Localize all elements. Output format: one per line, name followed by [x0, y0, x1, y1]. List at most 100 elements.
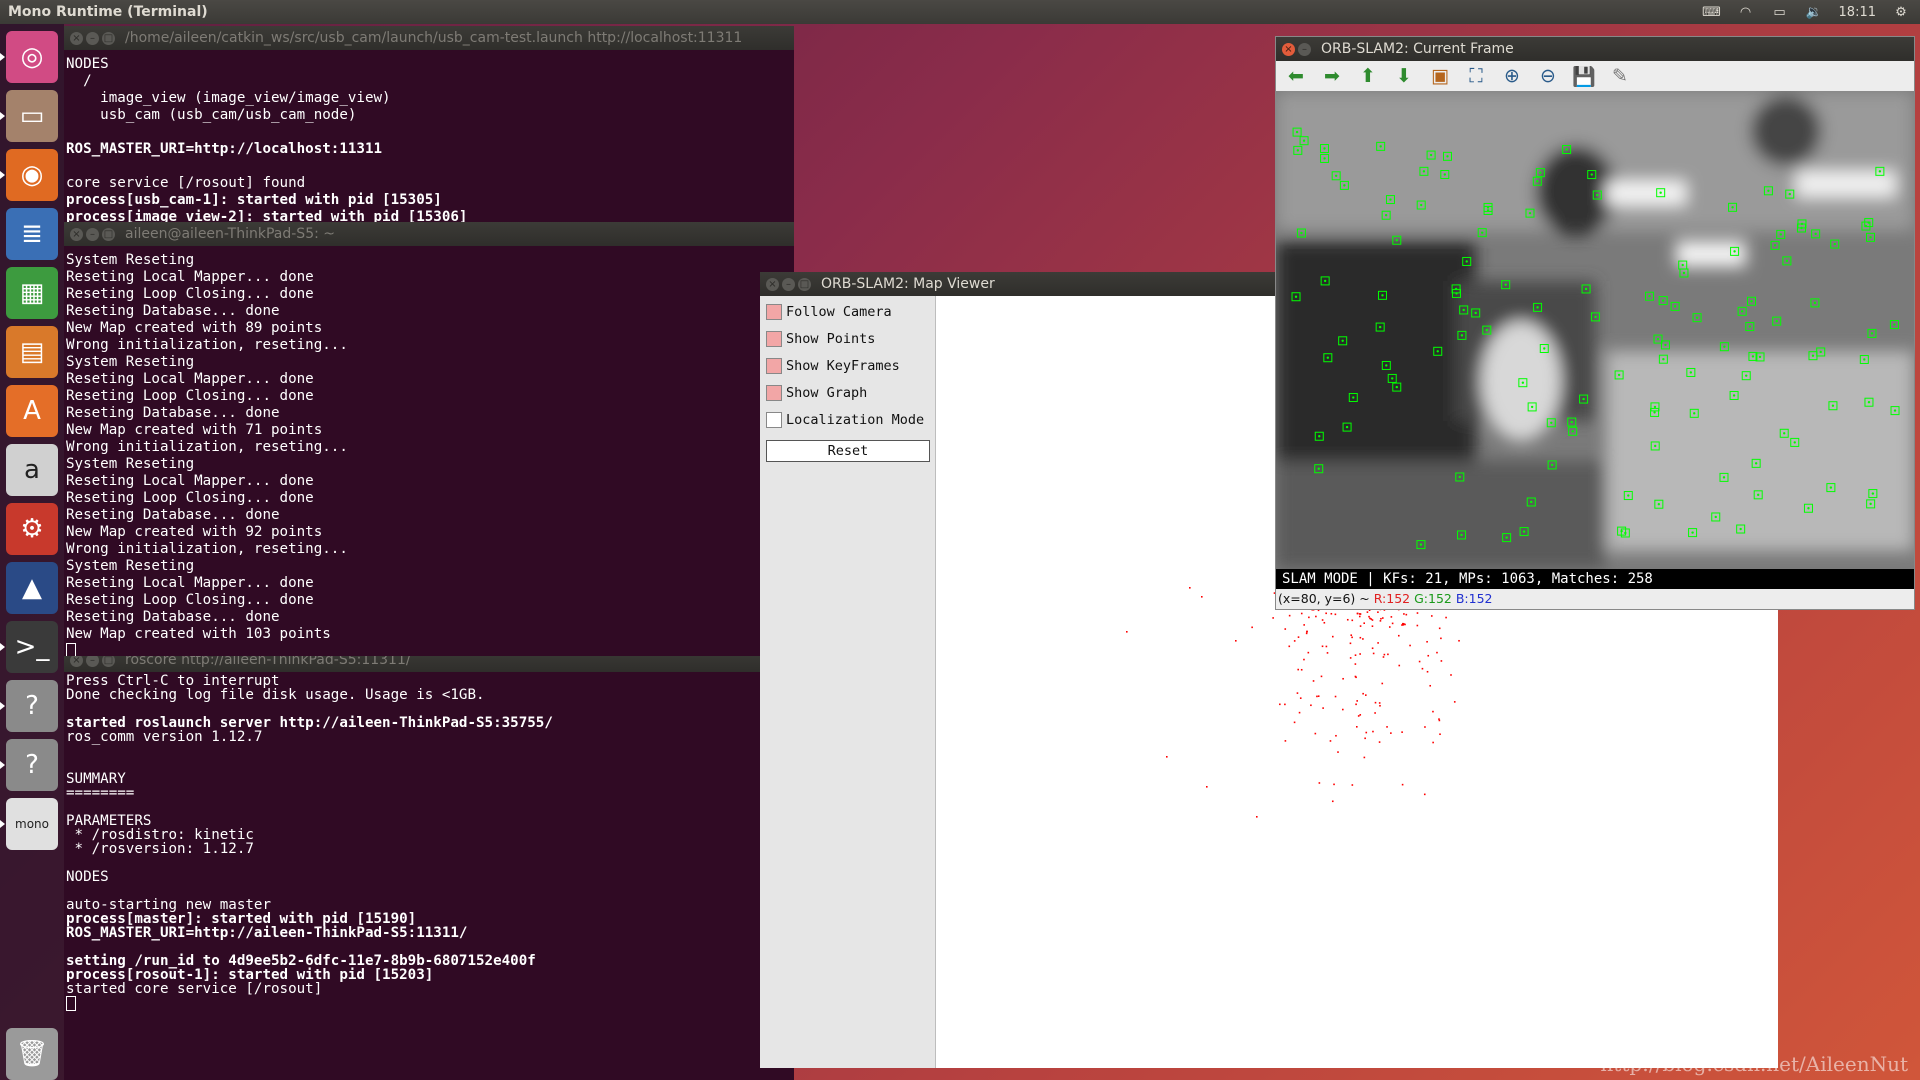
- window-titlebar[interactable]: × – □ /home/aileen/catkin_ws/src/usb_cam/l…: [64, 26, 794, 50]
- close-icon[interactable]: ×: [766, 277, 779, 291]
- minimize-icon[interactable]: –: [1298, 42, 1311, 56]
- current-frame-window[interactable]: × – ORB-SLAM2: Current Frame ⬅ ➡ ⬆ ⬇ ▣ ⛶ ⊕ ⊖ 💾 ✎ S…: [1275, 36, 1915, 610]
- battery-icon[interactable]: ▭: [1771, 5, 1789, 20]
- unknown-app-icon[interactable]: ?: [0, 739, 58, 791]
- clock[interactable]: 18:11: [1839, 5, 1876, 20]
- settings-icon[interactable]: ⚙: [6, 503, 58, 555]
- ubuntu-dash-icon[interactable]: ◎: [0, 31, 58, 83]
- gear-icon[interactable]: ⚙: [1892, 5, 1910, 20]
- map-point: [1402, 622, 1404, 625]
- map-point: [1284, 703, 1286, 706]
- terminal-line: Wrong initialization, reseting...: [66, 541, 348, 557]
- terminal-output[interactable]: Press Ctrl-C to interrupt Done checking l…: [64, 672, 794, 1080]
- down-arrow-icon[interactable]: ⬇: [1390, 64, 1418, 88]
- terminal-window-usb-cam[interactable]: × – □ /home/aileen/catkin_ws/src/usb_cam/l…: [64, 26, 794, 222]
- map-point: [1416, 612, 1419, 614]
- writer-icon[interactable]: ≣: [6, 208, 58, 260]
- zoom-in-icon[interactable]: ⊕: [1498, 64, 1526, 88]
- terminal-output[interactable]: System Reseting Reseting Local Mapper... …: [64, 246, 794, 656]
- close-icon[interactable]: ×: [70, 31, 83, 45]
- files-icon[interactable]: ▭: [0, 90, 58, 142]
- map-point: [1401, 783, 1404, 786]
- map-point: [1390, 732, 1392, 734]
- mono-icon[interactable]: mono: [0, 798, 58, 850]
- map-point: [1346, 618, 1349, 621]
- map-point: [1201, 596, 1203, 598]
- terminal-output[interactable]: NODES / image_view (image_view/image_vie…: [64, 50, 794, 222]
- unknown-app-icon[interactable]: ?: [0, 680, 58, 732]
- forward-arrow-icon[interactable]: ➡: [1318, 64, 1346, 88]
- pixel-green: G:152: [1414, 591, 1452, 606]
- checkbox[interactable]: [766, 412, 782, 428]
- map-point: [1316, 695, 1318, 698]
- calc-icon[interactable]: ▦: [6, 267, 58, 319]
- maximize-icon[interactable]: □: [798, 277, 811, 291]
- option-show-graph[interactable]: Show Graph: [766, 383, 867, 403]
- checkbox[interactable]: [766, 331, 782, 347]
- option-label: Show KeyFrames: [786, 358, 900, 374]
- camera-frame-image[interactable]: [1276, 91, 1914, 569]
- map-point: [1126, 631, 1128, 633]
- close-icon[interactable]: ×: [70, 227, 83, 241]
- map-point: [1403, 613, 1405, 615]
- map-point: [1453, 701, 1456, 703]
- cmake-icon[interactable]: ▲: [6, 562, 58, 614]
- terminal-window-home[interactable]: × – □ aileen@aileen-ThinkPad-S5: ~ System …: [64, 222, 794, 656]
- terminal-line: ROS_MASTER_URI=http://aileen-ThinkPad-S5…: [66, 925, 468, 941]
- image-icon[interactable]: ▣: [1426, 64, 1454, 88]
- reset-button[interactable]: Reset: [766, 440, 930, 462]
- map-point: [1284, 740, 1287, 742]
- checkbox[interactable]: [766, 304, 782, 320]
- minimize-icon[interactable]: –: [86, 31, 99, 45]
- trash-icon[interactable]: 🗑: [6, 1028, 58, 1080]
- software-center-icon[interactable]: A: [6, 385, 58, 437]
- option-show-points[interactable]: Show Points: [766, 329, 875, 349]
- terminal-line: New Map created with 103 points: [66, 626, 331, 642]
- maximize-icon[interactable]: □: [102, 227, 115, 241]
- map-point: [1296, 692, 1299, 694]
- window-titlebar[interactable]: × – ORB-SLAM2: Current Frame: [1276, 37, 1914, 61]
- zoom-fit-icon[interactable]: ⛶: [1462, 64, 1490, 88]
- terminal-line: ========: [66, 785, 135, 801]
- amazon-icon[interactable]: a: [6, 444, 58, 496]
- wifi-icon[interactable]: ◠: [1737, 5, 1755, 20]
- map-point: [1305, 632, 1308, 635]
- keyboard-icon[interactable]: ⌨: [1702, 5, 1721, 20]
- option-show-keyframes[interactable]: Show KeyFrames: [766, 356, 900, 376]
- close-icon[interactable]: ×: [1282, 42, 1295, 56]
- terminal-line: New Map created with 71 points: [66, 422, 323, 438]
- impress-icon[interactable]: ▤: [6, 326, 58, 378]
- map-point: [1322, 707, 1324, 709]
- option-localization-mode[interactable]: Localization Mode: [766, 410, 924, 430]
- map-point: [1354, 654, 1357, 656]
- save-icon[interactable]: 💾: [1570, 64, 1598, 88]
- map-point: [1365, 731, 1368, 734]
- checkbox[interactable]: [766, 385, 782, 401]
- map-point: [1330, 612, 1333, 615]
- terminal-line: Reseting Database... done: [66, 405, 280, 421]
- launcher: ◎ ▭ ◉ ≣ ▦ ▤ Aa ⚙ ▲ >_?? mono 🗑: [0, 24, 64, 1080]
- minimize-icon[interactable]: –: [782, 277, 795, 291]
- map-point: [1321, 619, 1324, 621]
- firefox-icon[interactable]: ◉: [0, 149, 58, 201]
- maximize-icon[interactable]: □: [102, 31, 115, 45]
- checkbox[interactable]: [766, 358, 782, 374]
- minimize-icon[interactable]: –: [86, 227, 99, 241]
- map-point: [1320, 675, 1323, 678]
- terminal-window-roscore[interactable]: × – □ roscore http://aileen-ThinkPad-S5:11…: [64, 648, 794, 1080]
- volume-icon[interactable]: 🔉: [1805, 5, 1823, 20]
- back-arrow-icon[interactable]: ⬅: [1282, 64, 1310, 88]
- map-point: [1256, 816, 1258, 818]
- window-titlebar[interactable]: × – □ aileen@aileen-ThinkPad-S5: ~: [64, 222, 794, 246]
- up-arrow-icon[interactable]: ⬆: [1354, 64, 1382, 88]
- map-point: [1436, 651, 1438, 654]
- terminal-line: Reseting Local Mapper... done: [66, 269, 314, 285]
- option-follow-camera[interactable]: Follow Camera: [766, 302, 892, 322]
- terminal-icon[interactable]: >_: [0, 621, 58, 673]
- zoom-out-icon[interactable]: ⊖: [1534, 64, 1562, 88]
- terminal-line: process[rosout-1]: started with pid [152…: [66, 967, 434, 983]
- properties-icon[interactable]: ✎: [1606, 64, 1634, 88]
- map-point: [1325, 645, 1328, 648]
